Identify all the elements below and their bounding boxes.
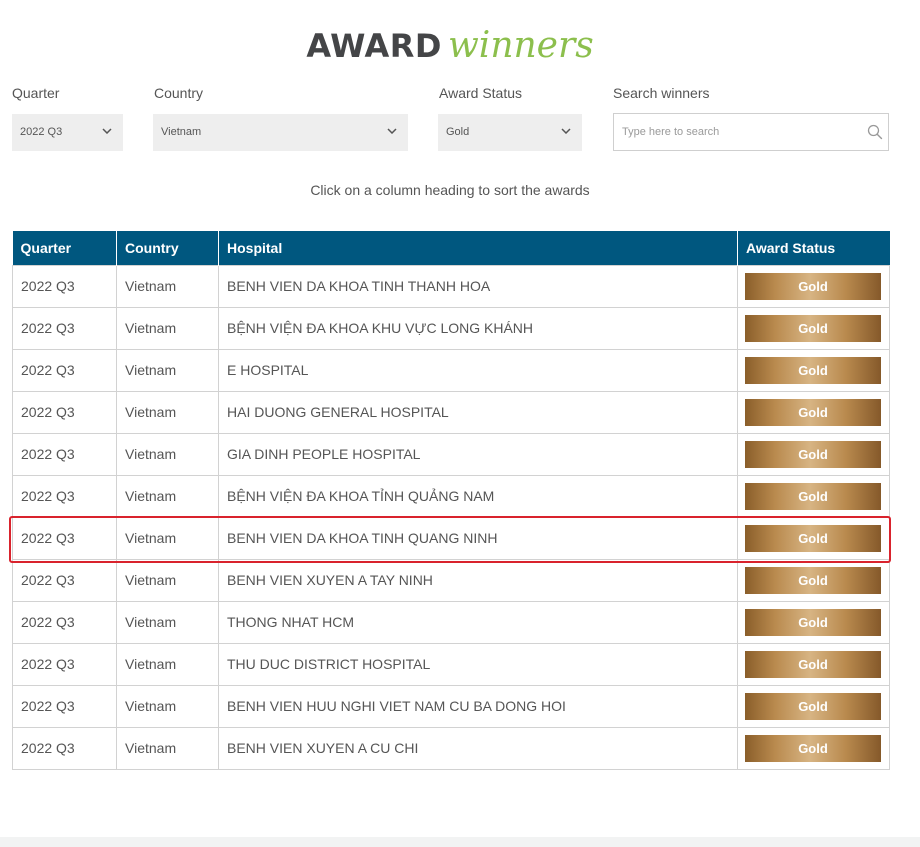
cell-quarter: 2022 Q3 xyxy=(12,474,117,518)
country-filter-label: Country xyxy=(154,85,204,101)
status-badge: Gold xyxy=(745,356,881,384)
table-row: 2022 Q3 Vietnam BENH VIEN XUYEN A TAY NINH… xyxy=(12,558,890,602)
cell-quarter: 2022 Q3 xyxy=(12,558,117,602)
cell-award-status: Gold xyxy=(737,348,890,392)
cell-hospital: BENH VIEN HUU NGHI VIET NAM CU BA DONG H… xyxy=(218,684,738,728)
cell-award-status: Gold xyxy=(737,306,890,350)
cell-award-status: Gold xyxy=(737,600,890,644)
column-header-award-status[interactable]: Award Status xyxy=(737,231,890,265)
status-badge: Gold xyxy=(745,524,881,552)
cell-country: Vietnam xyxy=(116,558,219,602)
cell-quarter: 2022 Q3 xyxy=(12,306,117,350)
chevron-down-icon xyxy=(102,128,112,134)
status-filter-label: Award Status xyxy=(439,85,523,101)
chevron-down-icon xyxy=(387,128,397,134)
cell-award-status: Gold xyxy=(737,516,890,560)
cell-country: Vietnam xyxy=(116,390,219,434)
table-row: 2022 Q3 Vietnam BỆNH VIỆN ĐA KHOA KHU VỰC … xyxy=(12,306,890,350)
status-badge: Gold xyxy=(745,566,881,594)
page-title: AWARD winners xyxy=(0,26,900,73)
cell-award-status: Gold xyxy=(737,684,890,728)
cell-quarter: 2022 Q3 xyxy=(12,726,117,770)
cell-hospital: BENH VIEN XUYEN A TAY NINH xyxy=(218,558,738,602)
cell-quarter: 2022 Q3 xyxy=(12,390,117,434)
column-header-quarter[interactable]: Quarter xyxy=(12,231,117,265)
cell-country: Vietnam xyxy=(116,600,219,644)
search-icon[interactable] xyxy=(867,124,883,140)
status-badge: Gold xyxy=(745,314,881,342)
table-row: 2022 Q3 Vietnam BENH VIEN XUYEN A CU CHI Go… xyxy=(12,726,890,770)
table-row: 2022 Q3 Vietnam THONG NHAT HCM Gold xyxy=(12,600,890,644)
cell-country: Vietnam xyxy=(116,726,219,770)
search-input[interactable] xyxy=(614,114,854,150)
cell-hospital: THU DUC DISTRICT HOSPITAL xyxy=(218,642,738,686)
cell-hospital: BENH VIEN DA KHOA TINH QUANG NINH xyxy=(218,516,738,560)
cell-hospital: HAI DUONG GENERAL HOSPITAL xyxy=(218,390,738,434)
status-badge: Gold xyxy=(745,482,881,510)
status-badge: Gold xyxy=(745,692,881,720)
cell-country: Vietnam xyxy=(116,264,219,308)
cell-country: Vietnam xyxy=(116,306,219,350)
cell-country: Vietnam xyxy=(116,642,219,686)
table-row: 2022 Q3 Vietnam BENH VIEN DA KHOA TINH THA… xyxy=(12,264,890,308)
table-row: 2022 Q3 Vietnam BỆNH VIỆN ĐA KHOA TỈNH QUẢ… xyxy=(12,474,890,518)
quarter-select[interactable]: 2022 Q3 xyxy=(12,114,123,151)
cell-country: Vietnam xyxy=(116,432,219,476)
cell-hospital: BENH VIEN DA KHOA TINH THANH HOA xyxy=(218,264,738,308)
cell-hospital: THONG NHAT HCM xyxy=(218,600,738,644)
cell-hospital: GIA DINH PEOPLE HOSPITAL xyxy=(218,432,738,476)
cell-quarter: 2022 Q3 xyxy=(12,642,117,686)
table-row: 2022 Q3 Vietnam THU DUC DISTRICT HOSPITAL G… xyxy=(12,642,890,686)
cell-hospital: BENH VIEN XUYEN A CU CHI xyxy=(218,726,738,770)
table-header-row: Quarter Country Hospital Award Status xyxy=(12,231,890,265)
cell-hospital: BỆNH VIỆN ĐA KHOA KHU VỰC LONG KHÁNH xyxy=(218,306,738,350)
status-badge: Gold xyxy=(745,272,881,300)
cell-quarter: 2022 Q3 xyxy=(12,600,117,644)
page-title-award: AWARD xyxy=(306,27,442,65)
cell-award-status: Gold xyxy=(737,432,890,476)
search-label: Search winners xyxy=(613,85,710,101)
table-row: 2022 Q3 Vietnam GIA DINH PEOPLE HOSPITAL Go… xyxy=(12,432,890,476)
status-badge: Gold xyxy=(745,650,881,678)
chevron-down-icon xyxy=(561,128,571,134)
status-select-value: Gold xyxy=(446,126,470,138)
cell-hospital: E HOSPITAL xyxy=(218,348,738,392)
cell-country: Vietnam xyxy=(116,516,219,560)
table-row: 2022 Q3 Vietnam E HOSPITAL Gold xyxy=(12,348,890,392)
cell-quarter: 2022 Q3 xyxy=(12,432,117,476)
cell-hospital: BỆNH VIỆN ĐA KHOA TỈNH QUẢNG NAM xyxy=(218,474,738,518)
cell-award-status: Gold xyxy=(737,474,890,518)
cell-country: Vietnam xyxy=(116,474,219,518)
cell-award-status: Gold xyxy=(737,642,890,686)
status-badge: Gold xyxy=(745,440,881,468)
cell-quarter: 2022 Q3 xyxy=(12,348,117,392)
quarter-filter-label: Quarter xyxy=(12,85,60,101)
cell-country: Vietnam xyxy=(116,684,219,728)
awards-table: Quarter Country Hospital Award Status 20… xyxy=(12,231,890,770)
cell-award-status: Gold xyxy=(737,390,890,434)
cell-country: Vietnam xyxy=(116,348,219,392)
table-row: 2022 Q3 Vietnam BENH VIEN HUU NGHI VIET NA… xyxy=(12,684,890,728)
cell-quarter: 2022 Q3 xyxy=(12,516,117,560)
table-row: 2022 Q3 Vietnam HAI DUONG GENERAL HOSPITAL… xyxy=(12,390,890,434)
country-select-value: Vietnam xyxy=(161,126,202,138)
sort-hint: Click on a column heading to sort the aw… xyxy=(310,182,590,198)
column-header-hospital[interactable]: Hospital xyxy=(218,231,738,265)
page-title-winners: winners xyxy=(447,25,594,66)
table-row: 2022 Q3 Vietnam BENH VIEN DA KHOA TINH QUA… xyxy=(12,516,890,560)
cell-award-status: Gold xyxy=(737,726,890,770)
status-select[interactable]: Gold xyxy=(438,114,582,151)
country-select[interactable]: Vietnam xyxy=(153,114,408,151)
search-box xyxy=(613,113,889,151)
status-badge: Gold xyxy=(745,398,881,426)
status-badge: Gold xyxy=(745,608,881,636)
cell-quarter: 2022 Q3 xyxy=(12,264,117,308)
status-badge: Gold xyxy=(745,734,881,762)
cell-award-status: Gold xyxy=(737,264,890,308)
quarter-select-value: 2022 Q3 xyxy=(20,126,63,138)
cell-quarter: 2022 Q3 xyxy=(12,684,117,728)
footer-strip xyxy=(0,837,920,847)
cell-award-status: Gold xyxy=(737,558,890,602)
column-header-country[interactable]: Country xyxy=(116,231,219,265)
